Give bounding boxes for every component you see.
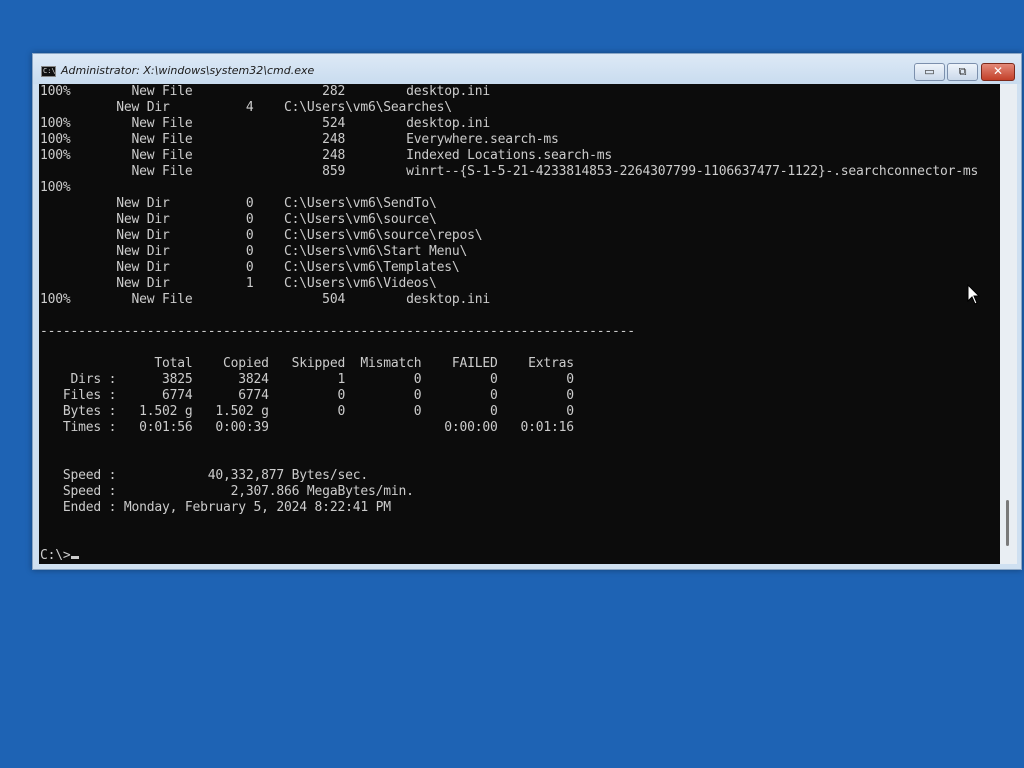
command-prompt: C:\>	[40, 548, 71, 563]
scrollbar-thumb[interactable]	[1006, 500, 1009, 546]
console-line: 100% New File 524 desktop.ini	[40, 116, 490, 131]
close-icon: ✕	[992, 64, 1004, 78]
minimize-button[interactable]: ▭	[914, 63, 945, 81]
console-line: Bytes : 1.502 g 1.502 g 0 0 0 0	[40, 404, 574, 419]
console-output[interactable]: 100% New File 282 desktop.ini New Dir 4 …	[39, 84, 1000, 564]
console-line: New Dir 0 C:\Users\vm6\source\repos\	[40, 228, 483, 243]
console-line: 100% New File 282 desktop.ini	[40, 84, 490, 99]
console-line: Total Copied Skipped Mismatch FAILED Ext…	[40, 356, 574, 371]
close-button[interactable]: ✕	[981, 63, 1015, 81]
vertical-scrollbar[interactable]	[1000, 84, 1017, 564]
console-line: New Dir 1 C:\Users\vm6\Videos\	[40, 276, 437, 291]
console-line: 100%	[40, 180, 71, 195]
console-line: 100% New File 248 Everywhere.search-ms	[40, 132, 559, 147]
console-line: New Dir 0 C:\Users\vm6\Templates\	[40, 260, 460, 275]
minimize-icon: ▭	[924, 65, 935, 78]
console-line: New Dir 0 C:\Users\vm6\SendTo\	[40, 196, 437, 211]
title-bar[interactable]: C:\ Administrator: X:\windows\system32\c…	[33, 54, 1021, 84]
console-text: 100% New File 282 desktop.ini New Dir 4 …	[39, 84, 1000, 564]
restore-icon: ⧉	[958, 65, 967, 78]
console-line: New File 859 winrt--{S-1-5-21-4233814853…	[40, 164, 979, 179]
console-line: Ended : Monday, February 5, 2024 8:22:41…	[40, 500, 391, 515]
console-line: 100% New File 248 Indexed Locations.sear…	[40, 148, 612, 163]
desktop-background[interactable]: C:\ Administrator: X:\windows\system32\c…	[0, 0, 1024, 768]
console-line: 100% New File 504 desktop.ini	[40, 292, 490, 307]
console-line: Speed : 40,332,877 Bytes/sec.	[40, 468, 368, 483]
console-line: Dirs : 3825 3824 1 0 0 0	[40, 372, 575, 387]
window-title: Administrator: X:\windows\system32\cmd.e…	[61, 64, 315, 77]
text-cursor	[70, 556, 79, 559]
cmd-window[interactable]: C:\ Administrator: X:\windows\system32\c…	[32, 53, 1022, 570]
mouse-pointer-icon	[967, 284, 981, 305]
console-line: New Dir 4 C:\Users\vm6\Searches\	[40, 100, 452, 115]
cmd-app-icon-label: C:\	[43, 67, 56, 75]
cmd-app-icon[interactable]: C:\	[41, 66, 56, 77]
console-line: New Dir 0 C:\Users\vm6\Start Menu\	[40, 244, 468, 259]
maximize-button[interactable]: ⧉	[947, 63, 978, 81]
console-line: ----------------------------------------…	[40, 324, 635, 339]
console-lines: 100% New File 282 desktop.ini New Dir 4 …	[40, 84, 978, 515]
console-line: Files : 6774 6774 0 0 0 0	[40, 388, 574, 403]
console-line: Speed : 2,307.866 MegaBytes/min.	[40, 484, 414, 499]
console-line: New Dir 0 C:\Users\vm6\source\	[40, 212, 437, 227]
console-line: Times : 0:01:56 0:00:39 0:00:00 0:01:16	[40, 420, 574, 435]
